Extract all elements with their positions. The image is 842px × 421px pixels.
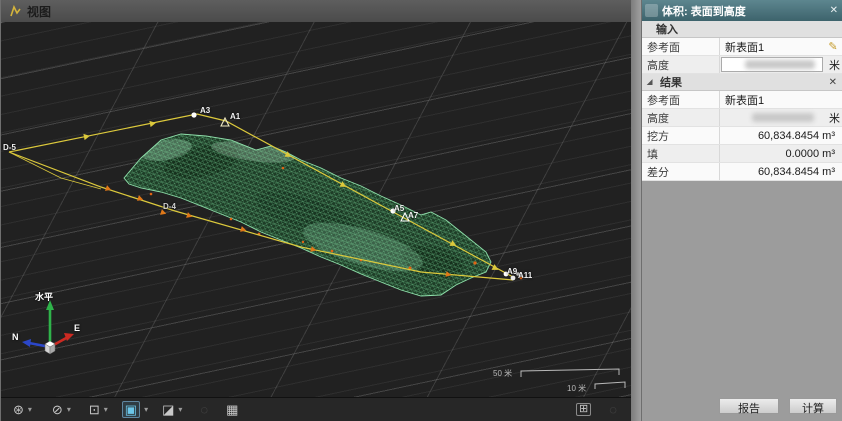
zoom-extents-icon[interactable]: ⊞ [576, 403, 591, 416]
cut-value: 60,834.8454 m³ [720, 130, 842, 142]
view-tab-icon [9, 5, 22, 18]
terrain-surface[interactable] [101, 122, 522, 312]
close-icon[interactable]: ✕ [830, 5, 838, 16]
view-tabbar: 视图 [1, 0, 631, 22]
panel-icon [645, 4, 658, 17]
viewport-render [1, 22, 631, 397]
fill-row: 填 0.0000 m³ [642, 145, 842, 163]
delta-label: 差分 [642, 163, 720, 180]
results-reference-label: 参考面 [642, 91, 720, 108]
scale-label-50m: 50 米 [493, 368, 512, 379]
input-height-row: 高度 米 [642, 56, 842, 74]
inactive-left-icon: ◌ [200, 403, 208, 416]
report-button[interactable]: 报告 [719, 398, 779, 414]
results-reference-row: 参考面 新表面1 [642, 91, 842, 109]
delta-value: 60,834.8454 m³ [720, 166, 842, 178]
panel-header: 体积: 表面到高度 ✕ [642, 0, 842, 21]
scale-label-10m: 10 米 [567, 383, 586, 394]
height-label: 高度 [642, 56, 720, 73]
clear-results-icon[interactable]: ✕ [829, 77, 842, 88]
axis-east-label: E [74, 323, 80, 333]
filter-view-caret-icon[interactable]: ▾ [178, 405, 182, 414]
results-height-value [720, 112, 824, 124]
delta-row: 差分 60,834.8454 m³ [642, 163, 842, 181]
filter-view-icon[interactable]: ◪ [162, 403, 174, 416]
results-reference-value: 新表面1 [720, 92, 842, 108]
inactive-right-icon: ◌ [609, 403, 617, 416]
viewport-toolbar: ⊛ ▾ ⊘ ▾ ⊡ ▾ ▣ ▾ ◪ ▾ ◌ ▦ ⊞ ◌ [1, 397, 631, 421]
redacted-result-height [752, 113, 814, 122]
height-input[interactable] [721, 57, 823, 72]
results-section-title: 结果 [656, 74, 682, 90]
panel-button-bar: 报告 计算 [642, 395, 842, 421]
grid-toggle-icon[interactable]: ▦ [226, 403, 238, 416]
panel-splitter[interactable] [631, 0, 641, 421]
input-reference-row: 参考面 新表面1 ✎ [642, 38, 842, 56]
calculate-button[interactable]: 计算 [789, 398, 837, 414]
panel-empty-area [642, 181, 842, 395]
origin-cube [45, 341, 55, 354]
results-height-row: 高度 米 [642, 109, 842, 127]
workspace: 视图 [1, 0, 631, 421]
redacted-height-value [745, 60, 815, 69]
view-cube-caret-icon[interactable]: ▾ [104, 405, 108, 414]
axis-north-label: N [12, 332, 19, 342]
eraser-mode-caret-icon[interactable]: ▾ [67, 405, 71, 414]
fill-label: 填 [642, 145, 720, 162]
cut-row: 挖方 60,834.8454 m³ [642, 127, 842, 145]
results-height-unit: 米 [824, 110, 842, 126]
results-height-label: 高度 [642, 109, 720, 126]
edit-pencil-icon[interactable]: ✎ [823, 40, 842, 53]
application-window: 视图 [0, 0, 842, 421]
shaded-view-caret-icon[interactable]: ▾ [144, 405, 148, 414]
fill-value: 0.0000 m³ [720, 148, 842, 160]
results-section-header: ◢ 结果 ✕ [642, 74, 842, 91]
reference-label: 参考面 [642, 38, 720, 55]
reference-value[interactable]: 新表面1 [720, 39, 823, 55]
input-section-title: 输入 [642, 21, 678, 37]
orbit-mode-icon[interactable]: ⊛ [13, 403, 24, 416]
tab-view[interactable]: 视图 [1, 0, 61, 22]
height-unit: 米 [824, 57, 842, 73]
view-cube-icon[interactable]: ⊡ [89, 403, 100, 416]
collapse-triangle-icon[interactable]: ◢ [642, 78, 656, 86]
view-tab-label: 视图 [27, 3, 51, 20]
orbit-mode-caret-icon[interactable]: ▾ [28, 405, 32, 414]
volume-panel: 体积: 表面到高度 ✕ 输入 参考面 新表面1 ✎ 高度 米 ◢ 结果 ✕ 参考… [641, 0, 842, 421]
axis-up-label: 水平 [35, 290, 53, 303]
panel-title: 体积: 表面到高度 [662, 3, 826, 19]
axis-indicator[interactable] [22, 300, 74, 354]
shaded-view-icon[interactable]: ▣ [122, 401, 140, 418]
cut-label: 挖方 [642, 127, 720, 144]
eraser-mode-icon[interactable]: ⊘ [52, 403, 63, 416]
viewport-3d[interactable]: D-5 A3 A1 D-4 A5 A7 A9 A11 水平 E N 50 米 1… [1, 22, 631, 397]
input-section-header: 输入 [642, 21, 842, 38]
